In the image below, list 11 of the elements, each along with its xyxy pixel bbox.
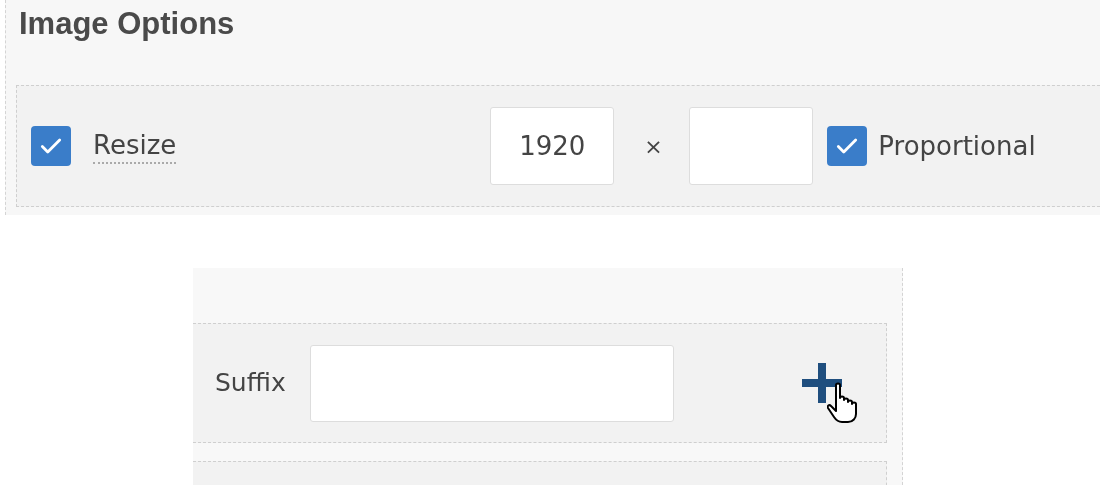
resize-label: Resize <box>93 128 177 164</box>
suffix-field[interactable] <box>309 344 674 422</box>
height-field[interactable] <box>689 107 814 185</box>
width-field[interactable]: 1920 <box>490 107 615 185</box>
checkbox[interactable] <box>31 126 71 166</box>
plus-icon <box>801 363 842 403</box>
section-title: Image Options <box>19 5 236 43</box>
times-sign: × <box>644 132 664 161</box>
checkbox[interactable] <box>827 126 868 166</box>
suffix-label: Suffix <box>215 367 286 400</box>
proportional-label: Proportional <box>878 129 1036 163</box>
